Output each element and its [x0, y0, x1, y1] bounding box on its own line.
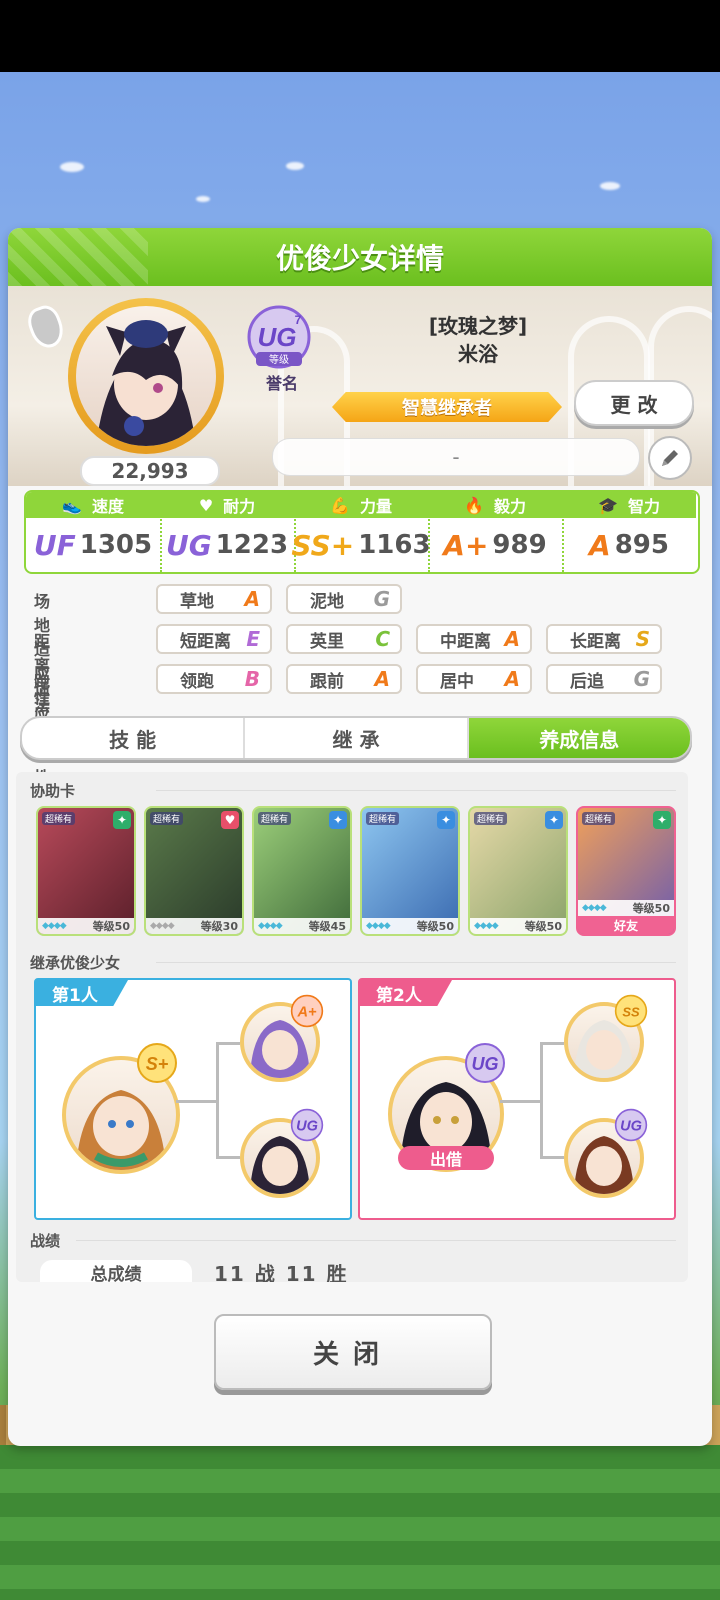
panel-title: 优俊少女详情: [275, 242, 444, 275]
stat-grade: A+: [443, 528, 489, 562]
heart-type-icon: ♥: [221, 811, 239, 829]
edit-button[interactable]: [648, 436, 692, 480]
inherit-first[interactable]: 第1人 S+ A+ UG: [34, 978, 352, 1220]
profile-header: 22,993 UG 7 等级 誉名 [玫瑰之梦] 米浴 智慧继承者 更 改 -: [8, 286, 712, 486]
grade-badge: UG: [465, 1043, 505, 1083]
svg-text:S+: S+: [146, 1054, 169, 1074]
support-type-icon: ✦: [545, 811, 563, 829]
stat-value: 989: [492, 530, 547, 560]
record-label: 总成绩: [40, 1260, 192, 1282]
record-title: 战绩: [30, 1232, 61, 1250]
stats-panel: 👟 速度 UF 1305 ♥ 耐力 UG 1223 💪 力量 SS+ 1163 🔥 毅力 A+…: [24, 490, 700, 574]
stat-value: 1163: [358, 530, 431, 560]
arm-icon: 💪: [330, 495, 350, 515]
svg-text:UG: UG: [296, 1119, 318, 1135]
fan-count: 22,993: [80, 456, 220, 486]
stat-value: 895: [614, 530, 669, 560]
svg-text:等级: 等级: [269, 353, 289, 366]
stat-guts: 🔥 毅力 A+ 989: [428, 492, 564, 572]
aptitude-cell: 短距离 E: [156, 624, 272, 654]
stat-grade: A: [589, 528, 611, 562]
grass: [0, 1445, 720, 1600]
svg-text:7: 7: [295, 313, 302, 327]
aptitude-cell: 后追 G: [546, 664, 662, 694]
stat-speed: 👟 速度 UF 1305: [26, 492, 162, 572]
tab-skills[interactable]: 技 能: [22, 718, 246, 758]
comment-field: -: [272, 438, 640, 476]
epithet-banner[interactable]: 智慧继承者: [332, 392, 562, 422]
inherit-second[interactable]: 第2人 UG 出借 SS UG: [358, 978, 676, 1220]
stat-stamina: ♥ 耐力 UG 1223: [160, 492, 296, 572]
support-card[interactable]: 超稀有 ✦ ◆◆◆◆ 等级50: [36, 806, 136, 936]
aptitude-cell: 长距离 S: [546, 624, 662, 654]
panel-header: 优俊少女详情: [8, 228, 712, 286]
stat-value: 1305: [79, 530, 153, 560]
inherit-first-label: 第1人: [36, 980, 128, 1006]
pencil-icon: [662, 450, 678, 466]
heart-icon: ♥: [198, 495, 214, 515]
character-title: [玫瑰之梦]: [428, 314, 528, 338]
inherit-title: 继承优俊少女: [30, 954, 121, 972]
support-type-icon: ✦: [653, 811, 671, 829]
grade-badge: S+: [137, 1043, 177, 1083]
support-card-friend[interactable]: 超稀有 ✦ ◆◆◆◆ 等级50 好友: [576, 806, 676, 936]
rank-label: 誉名: [265, 374, 298, 393]
stat-value: 1223: [215, 530, 289, 560]
aptitude-cell: 草地 A: [156, 584, 272, 614]
stat-grade: UG: [165, 528, 212, 562]
carrot-icon: [23, 301, 69, 353]
support-type-icon: ✦: [437, 811, 455, 829]
flame-icon: 🔥: [464, 495, 484, 515]
grade-badge: A+: [290, 994, 324, 1028]
inherit-second-label: 第2人: [360, 980, 452, 1006]
support-card[interactable]: 超稀有 ✦ ◆◆◆◆ 等级50: [360, 806, 460, 936]
grade-badge: SS: [614, 994, 648, 1028]
stat-power: 💪 力量 SS+ 1163: [291, 492, 431, 572]
svg-text:UG: UG: [620, 1119, 642, 1135]
aptitude-cell: 泥地 G: [286, 584, 402, 614]
rank-badge: UG 7 等级: [246, 304, 312, 370]
training-info-content[interactable]: 协助卡 超稀有 ✦ ◆◆◆◆ 等级50 超稀有 ♥ ◆◆◆◆ 等级30 超稀有 ✦ …: [16, 772, 688, 1282]
grade-badge: UG: [290, 1108, 324, 1142]
aptitude-cell: 居中 A: [416, 664, 532, 694]
loan-badge: 出借: [398, 1146, 494, 1170]
svg-text:SS: SS: [622, 1005, 640, 1020]
tab-bar: 技 能 继 承 养成信息: [20, 716, 692, 760]
tab-inherit[interactable]: 继 承: [245, 718, 469, 758]
svg-text:UG: UG: [472, 1054, 499, 1074]
status-bar: [0, 0, 720, 72]
stat-grade: UF: [33, 528, 76, 562]
shoe-icon: 👟: [62, 495, 82, 515]
aptitude-cell: 跟前 A: [286, 664, 402, 694]
details-panel: 优俊少女详情 22,993 UG 7 等级 誉名 [玫瑰之梦] 米浴 智慧继承者…: [8, 228, 712, 1446]
tab-training-info[interactable]: 养成信息: [468, 718, 690, 758]
stat-grade: SS+: [291, 528, 355, 562]
support-card[interactable]: 超稀有 ✦ ◆◆◆◆ 等级50: [468, 806, 568, 936]
support-card[interactable]: 超稀有 ♥ ◆◆◆◆ 等级30: [144, 806, 244, 936]
support-cards-title: 协助卡: [30, 782, 76, 800]
grade-badge: UG: [614, 1108, 648, 1142]
aptitude-cell: 领跑 B: [156, 664, 272, 694]
record-value: 11 战 11 胜: [214, 1262, 349, 1282]
support-type-icon: ✦: [329, 811, 347, 829]
support-card[interactable]: 超稀有 ✦ ◆◆◆◆ 等级45: [252, 806, 352, 936]
svg-text:UG: UG: [258, 322, 297, 352]
svg-text:A+: A+: [296, 1005, 317, 1021]
stat-wisdom: 🎓 智力 A 895: [562, 492, 696, 572]
aptitude-cell: 中距离 A: [416, 624, 532, 654]
character-avatar: [68, 298, 224, 454]
aptitude-cell: 英里 C: [286, 624, 402, 654]
change-button[interactable]: 更 改: [574, 380, 694, 426]
friend-label: 好友: [578, 916, 674, 934]
close-button[interactable]: 关闭: [214, 1314, 492, 1390]
character-name: 米浴: [458, 342, 498, 366]
support-type-icon: ✦: [113, 811, 131, 829]
cap-icon: 🎓: [598, 495, 618, 515]
